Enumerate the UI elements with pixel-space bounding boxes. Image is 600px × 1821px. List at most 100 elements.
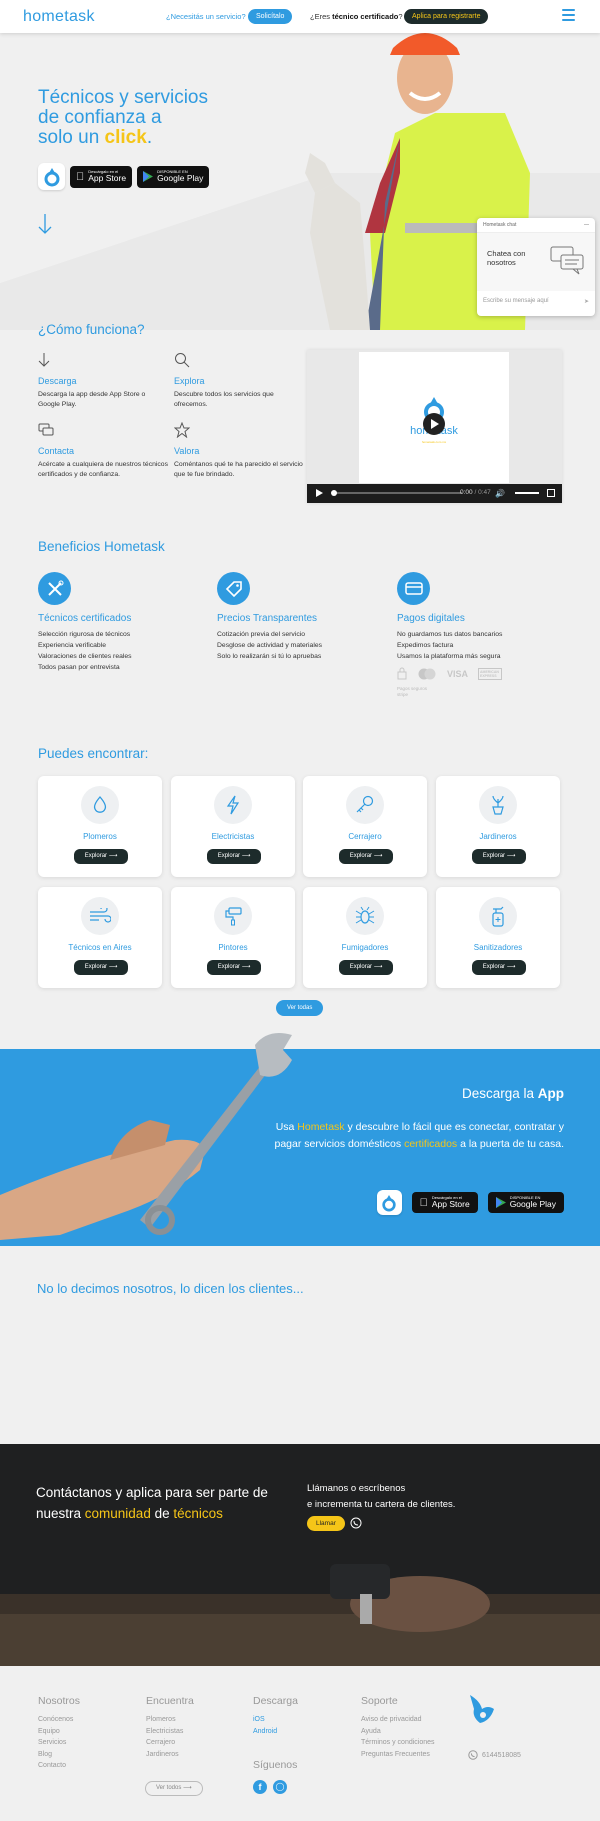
footer-link[interactable]: Preguntas Frecuentes [361,1749,435,1761]
footer-encuentra: Encuentra Plomeros Electricistas Cerraje… [146,1695,194,1760]
llamar-button[interactable]: Llamar [307,1516,345,1531]
footer-link[interactable]: Aviso de privacidad [361,1714,435,1726]
footer-link[interactable]: Blog [38,1749,80,1761]
key-icon [346,786,384,824]
footer-link[interactable]: Contacto [38,1760,80,1772]
site-footer: Nosotros Conócenos Equipo Servicios Blog… [0,1666,600,1821]
scroll-down-arrow-icon[interactable] [38,213,52,235]
whatsapp-icon[interactable] [350,1517,362,1529]
footer-link[interactable]: Conócenos [38,1714,80,1726]
chat-widget[interactable]: Hometask chat — Chatea con nosotros Escri… [477,218,595,316]
play-icon[interactable] [316,489,323,497]
step-descarga: Descarga Descarga la app desde App Store… [38,352,168,410]
puedes-encontrar-title: Puedes encontrar: [38,746,149,761]
footer-link[interactable]: Ayuda [361,1726,435,1738]
payment-logos: VISA AMERICAN EXPRESS [397,667,503,680]
tools-icon [38,572,71,605]
visa-logo: VISA [447,668,469,679]
contact-left-text: Contáctanos y aplica para ser parte de n… [36,1485,268,1521]
explorar-button[interactable]: Explorar ⟶ [339,849,393,864]
instagram-icon[interactable]: ◯ [273,1780,287,1794]
video-progress-knob[interactable] [331,490,337,496]
footer-link-ios[interactable]: iOS [253,1714,298,1726]
ver-todos-button[interactable]: Ver todos ⟶ [145,1781,203,1796]
service-card-jardineros[interactable]: Jardineros Explorar ⟶ [436,776,560,877]
service-card-sanitizadores[interactable]: Sanitizadores Explorar ⟶ [436,887,560,988]
footer-link[interactable]: Electricistas [146,1726,194,1738]
price-tag-icon [217,572,250,605]
service-card-fumigadores[interactable]: Fumigadores Explorar ⟶ [303,887,427,988]
step-contacta: Contacta Acércate a cualquiera de nuestr… [38,422,168,480]
video-time: 0:00 / 0:47 [460,489,491,496]
logo[interactable]: hometask [23,8,95,26]
video-progress-bar[interactable] [332,492,462,494]
footer-link[interactable]: Jardineros [146,1749,194,1761]
explorar-button[interactable]: Explorar ⟶ [472,960,526,975]
hometask-app-icon[interactable] [38,163,65,190]
video-player[interactable]: hometask hometask.com.mx 0:00 / 0:47 🔊 [307,350,562,503]
download-badges:  Descárgalo en elApp Store DISPONIBLE E… [376,1190,564,1215]
secure-payments-note: Pagos seguros stripe [397,686,428,697]
apply-register-button[interactable]: Aplica para registrarte [404,9,489,24]
video-subtitle: hometask.com.mx [421,440,447,444]
amex-logo: AMERICAN EXPRESS [478,667,503,680]
footer-link[interactable]: Servicios [38,1737,80,1749]
google-play-badge[interactable]: DISPONIBLE EN Google Play [487,1192,564,1213]
explorar-button[interactable]: Explorar ⟶ [207,849,261,864]
footer-phone[interactable]: 6144518085 [468,1750,521,1760]
volume-slider[interactable] [515,492,539,494]
search-icon [175,353,190,368]
contact-section: Contáctanos y aplica para ser parte de n… [0,1444,600,1666]
service-card-pintores[interactable]: Pintores Explorar ⟶ [171,887,295,988]
benefit-precios: Precios Transparentes Cotización previa … [217,572,387,662]
footer-link[interactable]: Términos y condiciones [361,1737,435,1749]
chat-minimize-button[interactable]: — [584,222,589,228]
footer-link[interactable]: Cerrajero [146,1737,194,1749]
service-card-plomeros[interactable]: Plomeros Explorar ⟶ [38,776,162,877]
footer-link[interactable]: Plomeros [146,1714,194,1726]
benefit-pagos: Pagos digitales No guardamos tus datos b… [397,572,567,662]
solicitalo-button[interactable]: Solicítalo [248,9,293,24]
app-store-badge[interactable]:  Descárgalo en elApp Store [70,165,133,188]
need-service-text: ¿Necesitás un servicio? [166,12,246,21]
chat-icon [38,423,54,436]
service-card-electricistas[interactable]: Electricistas Explorar ⟶ [171,776,295,877]
volume-icon[interactable]: 🔊 [495,489,505,498]
service-card-tecnicos-aires[interactable]: Técnicos en Aires Explorar ⟶ [38,887,162,988]
ver-todas-button[interactable]: Ver todas [276,1000,324,1016]
plant-icon [479,786,517,824]
footer-link-android[interactable]: Android [253,1726,298,1738]
step-explora: Explora Descubre todos los servicios que… [174,352,304,410]
facebook-icon[interactable]: f [253,1780,267,1794]
contact-right-text: Llámanos o escríbenos e incrementa tu ca… [307,1483,456,1510]
fullscreen-icon[interactable] [547,489,555,497]
hometask-app-icon[interactable] [376,1190,402,1215]
explorar-button[interactable]: Explorar ⟶ [74,849,128,864]
mastercard-icon [418,668,436,679]
explorar-button[interactable]: Explorar ⟶ [207,960,261,975]
footer-link[interactable]: Equipo [38,1726,80,1738]
app-store-badge[interactable]:  Descárgalo en elApp Store [411,1192,478,1213]
wind-icon [81,897,119,935]
apple-icon:  [76,171,84,183]
service-card-cerrajero[interactable]: Cerrajero Explorar ⟶ [303,776,427,877]
spray-bottle-icon [479,897,517,935]
explorar-button[interactable]: Explorar ⟶ [472,849,526,864]
contact-background-image [0,1444,600,1666]
google-play-icon [143,171,154,182]
social-links: f ◯ [253,1780,287,1794]
send-icon[interactable]: ➤ [584,298,589,305]
explorar-button[interactable]: Explorar ⟶ [339,960,393,975]
bug-icon [346,897,384,935]
benefit-tecnicos: Técnicos certificados Selección rigurosa… [38,572,208,673]
video-play-button[interactable] [423,413,445,435]
lightning-icon [214,786,252,824]
chat-message-input[interactable]: Escribe su mensaje aquí [483,298,549,305]
paint-roller-icon [214,897,252,935]
hometask-footer-logo-icon[interactable] [466,1693,496,1725]
google-play-badge[interactable]: DISPONIBLE EN Google Play [137,165,210,188]
hamburger-menu-icon[interactable] [562,9,575,21]
certified-tech-question: ¿Eres técnico certificado? [310,12,403,21]
explorar-button[interactable]: Explorar ⟶ [74,960,128,975]
arrow-down-icon [38,353,50,367]
